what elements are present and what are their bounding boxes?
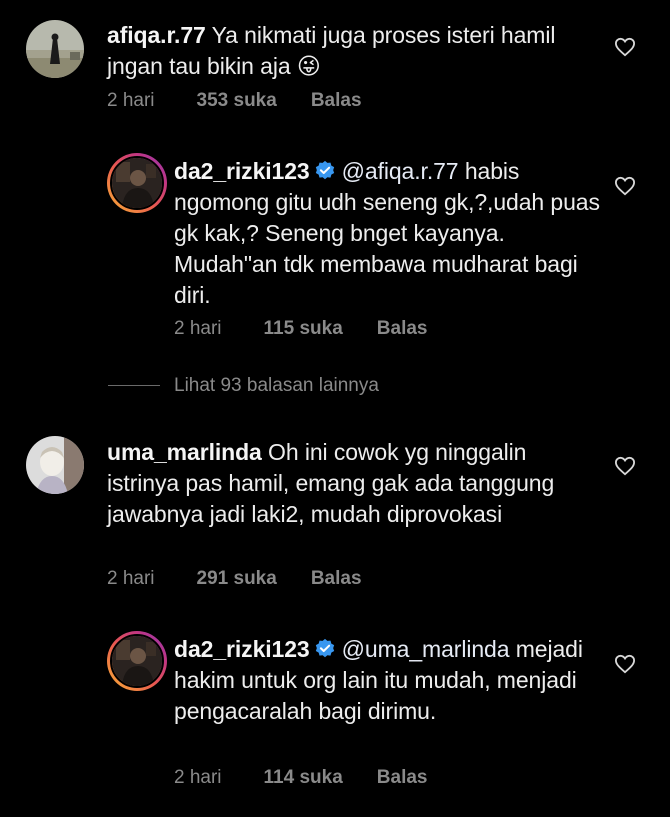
like-count[interactable]: 115 suka [264, 318, 343, 340]
like-count[interactable]: 291 suka [197, 568, 277, 590]
like-count[interactable]: 114 suka [264, 767, 343, 789]
reply-button[interactable]: Balas [377, 318, 428, 340]
heart-outline-icon[interactable] [614, 456, 636, 476]
reply-button[interactable]: Balas [311, 568, 362, 590]
verified-badge-icon [315, 160, 334, 180]
divider [108, 385, 160, 387]
emoji: 😜 [296, 53, 321, 79]
verified-badge-icon [315, 638, 334, 658]
mention-link[interactable]: @afiqa.r.77 [342, 158, 459, 184]
reply-button[interactable]: Balas [377, 767, 428, 789]
reply-button[interactable]: Balas [311, 90, 362, 112]
comment-time: 2 hari [174, 767, 222, 788]
avatar[interactable] [26, 20, 84, 78]
view-more-replies-label: Lihat 93 balasan lainnya [174, 375, 379, 396]
comment-time: 2 hari [107, 568, 155, 589]
comment-time: 2 hari [174, 318, 222, 339]
comment-username[interactable]: uma_marlinda [107, 439, 262, 465]
avatar[interactable] [107, 153, 167, 213]
comment-username[interactable]: afiqa.r.77 [107, 22, 206, 48]
avatar[interactable] [26, 436, 84, 494]
heart-outline-icon[interactable] [614, 654, 636, 674]
avatar[interactable] [107, 631, 167, 691]
like-count[interactable]: 353 suka [197, 90, 277, 112]
heart-outline-icon[interactable] [614, 176, 636, 196]
comment-time: 2 hari [107, 90, 155, 111]
view-more-replies-button[interactable]: Lihat 93 balasan lainnya [108, 375, 379, 397]
comment-username[interactable]: da2_rizki123 [174, 158, 310, 184]
heart-outline-icon[interactable] [614, 37, 636, 57]
mention-link[interactable]: @uma_marlinda [342, 636, 510, 662]
comment-username[interactable]: da2_rizki123 [174, 636, 310, 662]
